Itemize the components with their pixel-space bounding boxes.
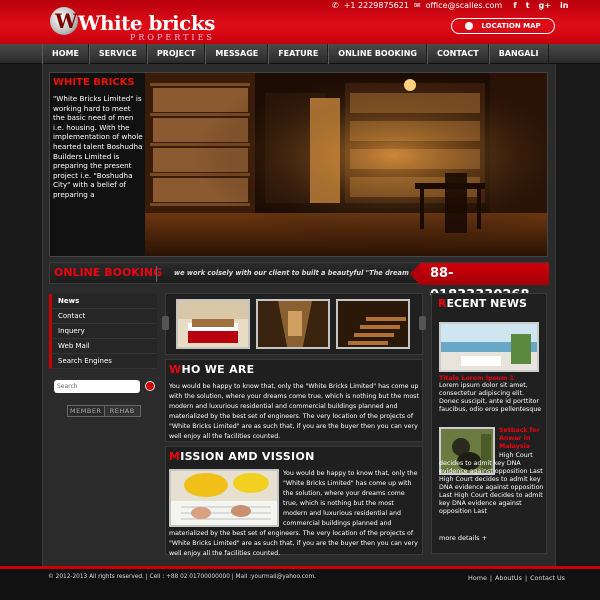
footer-links: Home | AboutUs | Contact Us: [468, 574, 565, 582]
logo-tagline: PROPERTIES: [130, 33, 215, 42]
news-headline-1[interactable]: Titale Lorem Ipsum 1: [439, 375, 514, 382]
who-we-are-text: You would be happy to know that, only th…: [169, 383, 419, 440]
nav-bangali[interactable]: BANGALI: [488, 44, 549, 64]
footer-divider: |: [524, 574, 528, 582]
mission-title: MISSION AMD VISSION: [169, 450, 315, 463]
side-menu-news[interactable]: News: [49, 294, 157, 309]
gallery-thumb-stairs[interactable]: [336, 299, 410, 349]
news-text-2: High Court decides to admit key DNA evid…: [439, 452, 544, 515]
logo[interactable]: W White bricks PROPERTIES: [50, 5, 215, 42]
side-menu-inquery[interactable]: Inquery: [49, 324, 157, 339]
gallery-next-icon[interactable]: [419, 316, 426, 330]
google-plus-icon[interactable]: g+: [539, 1, 551, 10]
nav-feature[interactable]: FEATURE: [268, 44, 329, 64]
nav-message[interactable]: MESSAGE: [205, 44, 269, 64]
mail-icon: ✉: [413, 1, 421, 10]
facebook-icon[interactable]: f: [513, 1, 516, 10]
main-nav: HOME SERVICE PROJECT MESSAGE FEATURE ONL…: [0, 44, 600, 64]
recent-news-title: RECENT NEWS: [438, 297, 527, 310]
hero-banner: WHITE BRICKS "White Bricks Limited" is w…: [49, 72, 548, 257]
side-menu: News Contact Inquery Web Mail Search Eng…: [49, 294, 157, 369]
footer-link-contact[interactable]: Contact Us: [530, 574, 565, 582]
location-pin-icon: [465, 22, 474, 30]
photo-gallery: [162, 293, 426, 355]
side-menu-web-mail[interactable]: Web Mail: [49, 339, 157, 354]
hero-title: WHITE BRICKS: [53, 77, 135, 88]
logo-letter: W: [55, 9, 78, 33]
nav-online-booking[interactable]: ONLINE BOOKING: [328, 44, 427, 64]
rehab-label: REHAB: [103, 406, 140, 416]
mission-vision-panel: MISSION AMD VISSION You would be happy t…: [165, 446, 423, 557]
nav-contact[interactable]: CONTACT: [426, 44, 489, 64]
phone-icon: ✆: [332, 1, 339, 10]
who-we-are-title: WHO WE ARE: [169, 363, 255, 376]
contact-phone: +1 2229875621: [343, 1, 409, 10]
online-booking-bar: ONLINE BOOKING we work colsely with our …: [49, 262, 549, 303]
linkedin-icon[interactable]: in: [560, 1, 568, 10]
booking-label[interactable]: ONLINE BOOKING: [54, 266, 162, 279]
site-footer: © 2012-2013 All rights reserved. | Cell …: [0, 566, 600, 600]
social-links: f t g+ in: [513, 1, 568, 10]
gallery-prev-icon[interactable]: [162, 316, 169, 330]
location-map-label: LOCATION MAP: [481, 22, 541, 30]
who-we-are-panel: WHO WE ARE You would be happy to know th…: [165, 359, 423, 442]
news-image-1[interactable]: [439, 322, 539, 372]
nav-project[interactable]: PROJECT: [146, 44, 206, 64]
nav-service[interactable]: SERVICE: [88, 44, 147, 64]
engineers-image: [169, 469, 279, 527]
recent-news-panel: RECENT NEWS Titale Lorem Ipsum 1 Lorem i…: [431, 293, 547, 554]
booking-phone: 88-01833330268: [410, 263, 549, 303]
search-icon[interactable]: [145, 381, 155, 391]
member-rehab-badge[interactable]: MEMBER REHAB: [67, 405, 141, 417]
logo-name: White bricks: [78, 11, 215, 35]
nav-home[interactable]: HOME: [42, 44, 89, 64]
hero-text-panel: WHITE BRICKS "White Bricks Limited" is w…: [50, 73, 145, 256]
contact-bar: ✆ +1 2229875621 ✉ office@scalles.com f t…: [332, 1, 568, 10]
footer-link-aboutus[interactable]: AboutUs: [495, 574, 522, 582]
gallery-thumb-bedroom[interactable]: [176, 299, 250, 349]
booking-divider: [156, 266, 157, 282]
news-text-1: Lorem ipsum dolor sit amet, consectetur …: [439, 382, 542, 413]
member-label: MEMBER: [70, 407, 102, 415]
site-header: W White bricks PROPERTIES ✆ +1 222987562…: [0, 0, 600, 44]
more-details-link[interactable]: more details +: [439, 534, 487, 542]
side-menu-contact[interactable]: Contact: [49, 309, 157, 324]
news-headline-2[interactable]: Setback for Anwar in Malaysia: [499, 427, 545, 451]
footer-link-home[interactable]: Home: [468, 574, 487, 582]
library-image: [145, 73, 547, 256]
footer-divider: |: [489, 574, 493, 582]
gallery-thumb-corridor[interactable]: [256, 299, 330, 349]
copyright-text: © 2012-2013 All rights reserved. | Cell …: [48, 574, 316, 580]
contact-email[interactable]: office@scalles.com: [426, 1, 503, 10]
location-map-button[interactable]: LOCATION MAP: [451, 18, 555, 34]
hero-body: "White Bricks Limited" is working hard t…: [53, 94, 143, 199]
twitter-icon[interactable]: t: [526, 1, 530, 10]
search-input[interactable]: Search: [54, 380, 140, 393]
side-menu-search-engines[interactable]: Search Engines: [49, 354, 157, 369]
